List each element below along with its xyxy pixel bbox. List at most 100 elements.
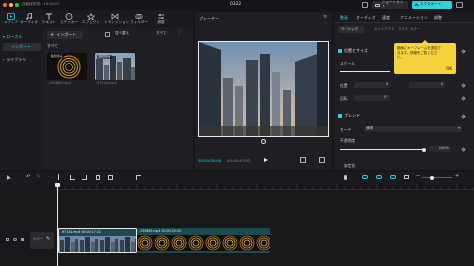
- tool-label: オーディオ: [20, 20, 38, 24]
- subtab-color[interactable]: カラー: [410, 27, 420, 31]
- filter-all-button[interactable]: すべて: [156, 31, 167, 36]
- keyframe-icon[interactable]: [461, 113, 466, 119]
- zoom-in-icon[interactable]: +: [455, 174, 459, 179]
- timeline-toolbar: ↶ ↷ − +: [0, 172, 474, 183]
- sidebar-item-import[interactable]: インポート: [3, 43, 41, 51]
- sidebar-item-local[interactable]: ▾ ローカル: [3, 35, 23, 39]
- mute-track-icon[interactable]: [21, 238, 24, 241]
- timeline-clip[interactable]: -97144.mp4 00:00:17:22: [58, 228, 137, 253]
- playhead-handle[interactable]: [55, 183, 60, 187]
- media-thumbnail[interactable]: 追加済み: [47, 53, 87, 80]
- split-icon[interactable]: [58, 174, 59, 180]
- tab-speed[interactable]: 速度: [382, 16, 390, 20]
- tab-animation[interactable]: アニメーション: [400, 16, 428, 20]
- cover-button[interactable]: カバー ✎: [30, 232, 54, 249]
- menu-icon[interactable]: [362, 2, 368, 8]
- maximize-window-button[interactable]: [15, 3, 19, 7]
- undo-icon[interactable]: ↶: [26, 175, 30, 180]
- tool-text[interactable]: テキスト: [40, 12, 58, 27]
- opacity-slider-knob[interactable]: [422, 147, 426, 152]
- rotate-field[interactable]: 0°: [354, 95, 390, 101]
- export-button[interactable]: エクスポート: [412, 1, 452, 9]
- freeze-icon[interactable]: [108, 175, 113, 180]
- subtab-mask[interactable]: マスク: [398, 27, 408, 31]
- blend-mode-select[interactable]: 通常 ▾: [364, 126, 462, 132]
- preview-axis-icon[interactable]: [390, 175, 396, 179]
- section-checkbox[interactable]: [338, 114, 342, 118]
- more-icon[interactable]: ⋮: [177, 31, 182, 36]
- tool-filter[interactable]: フィルター: [130, 12, 148, 27]
- subtab-cutout[interactable]: カットアウト: [374, 27, 394, 31]
- playhead[interactable]: [57, 183, 58, 266]
- tab-audio[interactable]: オーディオ: [356, 16, 376, 20]
- position-y-field[interactable]: 0: [409, 82, 445, 88]
- tab-video[interactable]: 動画: [340, 16, 348, 20]
- tab-adjust[interactable]: 調整: [434, 16, 442, 20]
- media-thumbnail[interactable]: 追加済み: [95, 53, 135, 80]
- record-mic-icon[interactable]: [344, 174, 347, 180]
- sidebar-item-library[interactable]: › ライブラリ: [3, 58, 26, 62]
- tool-adjust[interactable]: 調整: [152, 12, 170, 27]
- opacity-slider[interactable]: [340, 147, 426, 152]
- section-checkbox[interactable]: [338, 49, 342, 53]
- media-sidebar: ▾ ローカル インポート › ライブラリ: [0, 28, 43, 170]
- subtab-basic[interactable]: ベーシック: [338, 26, 364, 33]
- sort-button[interactable]: 並べ替え: [115, 31, 129, 36]
- inspector-panel: 動画 オーディオ 速度 アニメーション 調整 ベーシック カットアウト マスク …: [334, 12, 474, 170]
- zoom-slider[interactable]: [422, 175, 452, 180]
- keyframe-icon[interactable]: [461, 95, 466, 101]
- zoom-out-icon[interactable]: −: [416, 174, 420, 179]
- hide-track-icon[interactable]: [13, 238, 17, 241]
- keyboard-icon: [375, 3, 380, 7]
- tool-label: ステッカー: [60, 20, 78, 24]
- timeline-panel: カバー ✎ -97144.mp4 00:00:17:22 -155865.mp4…: [0, 183, 474, 266]
- minimize-window-button[interactable]: [9, 3, 13, 7]
- close-window-button[interactable]: [3, 3, 7, 7]
- crop-icon[interactable]: [136, 175, 141, 180]
- shortcut-button[interactable]: ショートカット: [372, 1, 408, 9]
- tool-transition[interactable]: トランジション: [104, 12, 130, 27]
- player-menu-icon[interactable]: ≡: [323, 15, 327, 20]
- link-icon[interactable]: [376, 175, 382, 179]
- redo-icon[interactable]: ↷: [36, 175, 40, 180]
- tool-label: トランジション: [104, 20, 130, 24]
- export-icon: [414, 2, 419, 8]
- magnet-icon[interactable]: [362, 175, 368, 179]
- tool-media[interactable]: メディア: [2, 12, 20, 27]
- layout-icon[interactable]: [456, 2, 463, 8]
- filter-all-label: すべて: [156, 31, 167, 35]
- autosave-status: 自動保存済：16:40:07: [22, 2, 60, 6]
- fit-timeline-icon[interactable]: [404, 175, 409, 179]
- keyframe-icon[interactable]: [461, 48, 466, 54]
- filter-icon: [130, 12, 148, 20]
- delete-icon[interactable]: [96, 175, 100, 180]
- tool-sticker[interactable]: ステッカー: [60, 12, 78, 27]
- tool-audio[interactable]: オーディオ: [20, 12, 38, 27]
- lock-track-icon[interactable]: [6, 238, 9, 241]
- tool-effect[interactable]: エフェクト: [82, 12, 100, 27]
- opacity-field[interactable]: 100%: [429, 146, 451, 152]
- fit-screen-icon[interactable]: [300, 157, 306, 163]
- current-timecode: 00:00:00:00: [198, 158, 222, 163]
- ruler-ticks: [56, 184, 474, 190]
- keyframe-icon[interactable]: [461, 82, 466, 88]
- sidebar-item-label: ローカル: [6, 34, 23, 39]
- keyframe-icon[interactable]: [461, 146, 466, 152]
- grid-view-icon[interactable]: [105, 32, 110, 37]
- timeline-clip[interactable]: -155865.mp4 00:00:29:05: [137, 228, 270, 253]
- position-x-field[interactable]: 0: [354, 82, 390, 88]
- plus-icon: +: [50, 31, 55, 38]
- rotate-handle-icon[interactable]: [261, 139, 266, 144]
- video-preview[interactable]: [198, 41, 329, 137]
- edit-icon: ✎: [46, 236, 51, 242]
- fullscreen-icon[interactable]: [319, 157, 325, 163]
- import-button[interactable]: + インポート: [47, 31, 83, 39]
- split-left-icon[interactable]: [70, 175, 75, 180]
- select-tool-icon[interactable]: [5, 174, 11, 180]
- play-button[interactable]: [264, 158, 268, 162]
- zoom-slider-knob[interactable]: [430, 175, 434, 180]
- scale-slider[interactable]: [340, 71, 390, 72]
- tool-label: 調整: [157, 20, 165, 24]
- tooltip-ok-button[interactable]: OK: [446, 67, 452, 71]
- split-right-icon[interactable]: [82, 175, 87, 180]
